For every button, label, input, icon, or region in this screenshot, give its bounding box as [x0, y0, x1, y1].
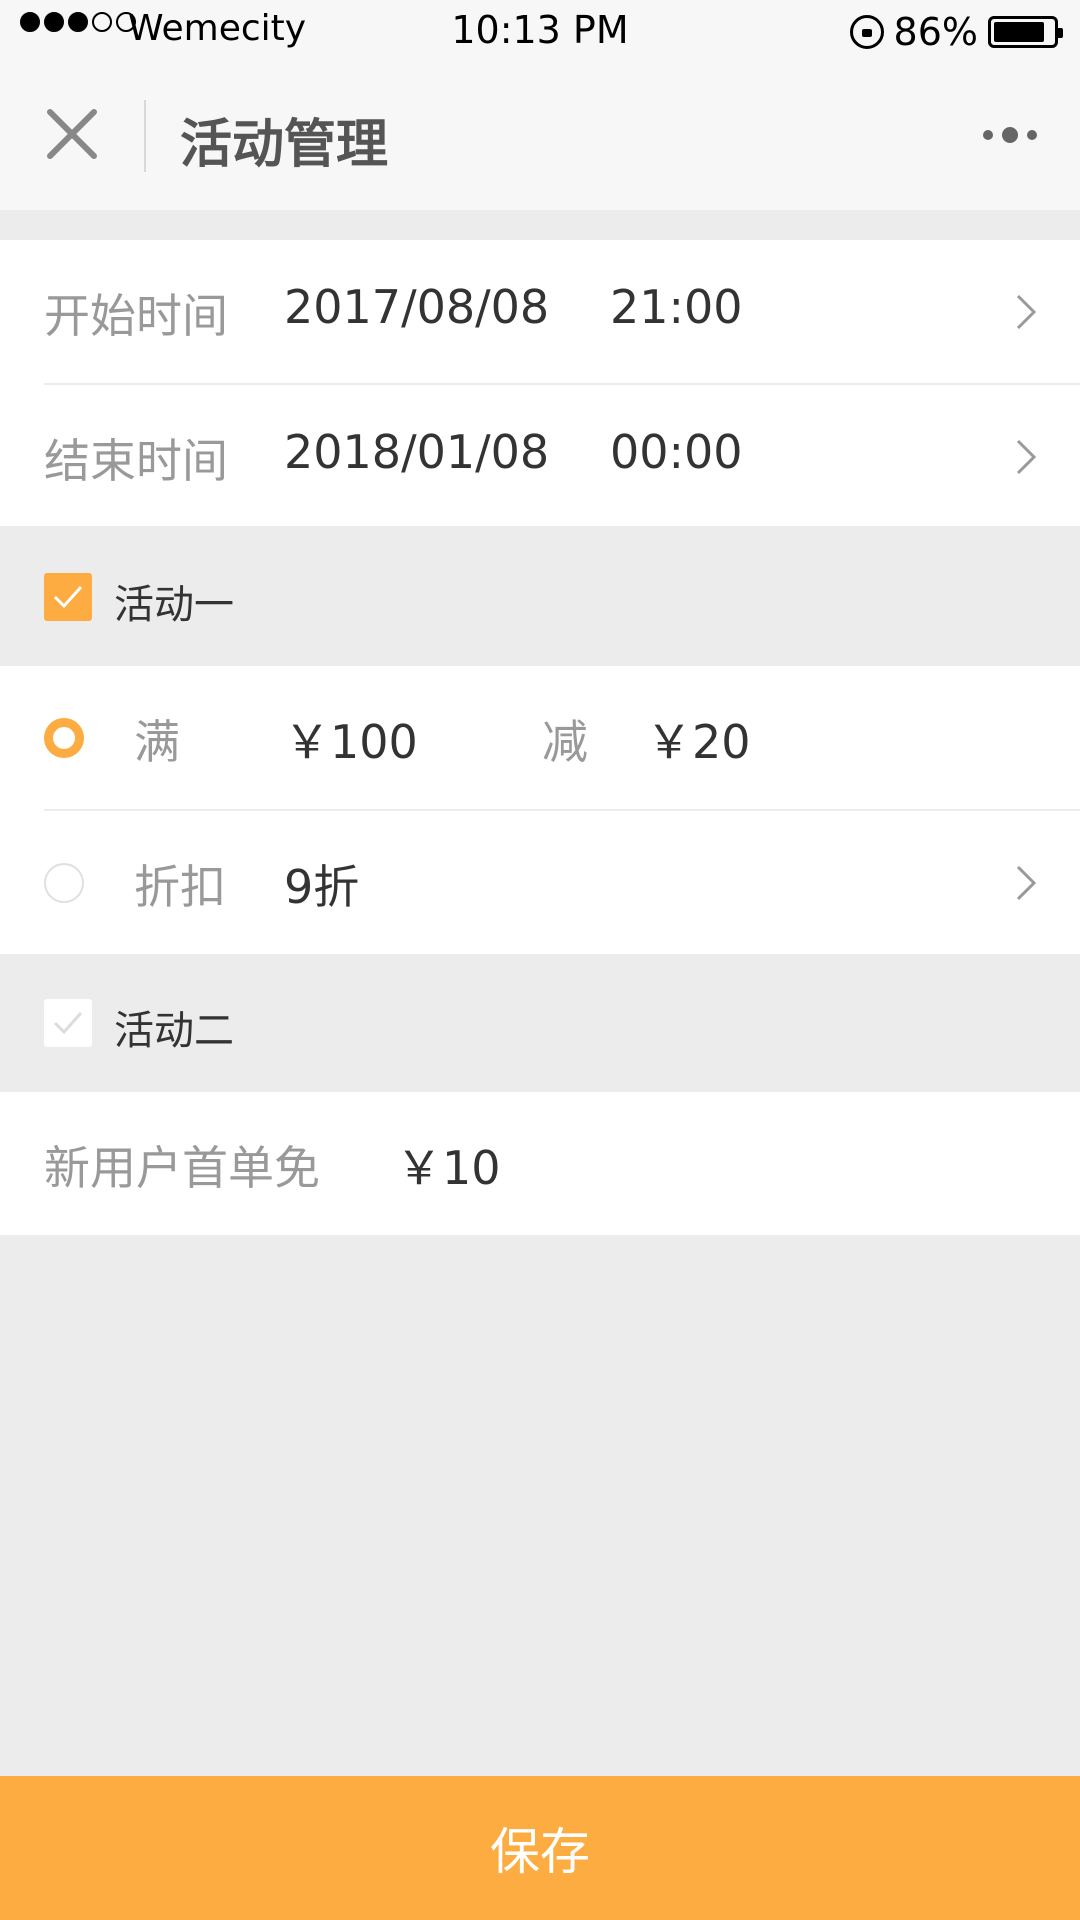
full-reduce-row[interactable]: 满 ￥100 减 ￥20: [0, 666, 1080, 809]
start-time-value: 21:00: [610, 280, 743, 334]
start-time-row[interactable]: 开始时间 2017/08/08 21:00: [0, 240, 1080, 383]
battery-percent: 86%: [893, 10, 978, 54]
save-button[interactable]: 保存: [0, 1776, 1080, 1920]
checkmark-icon: [53, 1011, 83, 1035]
new-user-amount-value[interactable]: ￥10: [396, 1132, 501, 1198]
chevron-right-icon: [1016, 865, 1037, 901]
more-icon[interactable]: [980, 122, 1040, 148]
discount-radio[interactable]: [44, 863, 84, 903]
start-date-value: 2017/08/08: [284, 280, 550, 334]
new-user-row: 新用户首单免 ￥10: [0, 1092, 1080, 1235]
nav-divider: [144, 100, 146, 172]
discount-value: 9折: [284, 860, 360, 914]
nav-bar: 活动管理: [0, 62, 1080, 210]
reduce-label: 减: [542, 715, 588, 769]
activity-one-checkbox[interactable]: [44, 573, 92, 621]
close-icon[interactable]: [44, 106, 100, 162]
new-user-label: 新用户首单免: [44, 1141, 320, 1195]
full-reduce-radio[interactable]: [44, 718, 84, 758]
end-time-value: 00:00: [610, 425, 743, 479]
full-amount-value[interactable]: ￥100: [284, 706, 418, 772]
page-title: 活动管理: [180, 115, 389, 175]
activity-two-options: 新用户首单免 ￥10: [0, 1092, 1080, 1235]
activity-two-checkbox[interactable]: [44, 999, 92, 1047]
full-label: 满: [134, 715, 180, 769]
reduce-amount-value[interactable]: ￥20: [646, 706, 751, 772]
battery-icon: [988, 16, 1063, 48]
discount-label: 折扣: [134, 860, 226, 914]
end-time-row[interactable]: 结束时间 2018/01/08 00:00: [0, 385, 1080, 528]
chevron-right-icon: [1016, 294, 1037, 330]
discount-row[interactable]: 折扣 9折: [0, 811, 1080, 954]
checkmark-icon: [53, 585, 83, 609]
status-bar: Wemecity 10:13 PM 86%: [0, 0, 1080, 62]
activity-one-options: 满 ￥100 减 ￥20 折扣 9折: [0, 666, 1080, 954]
screen: Wemecity 10:13 PM 86% 活动管理 开始时间 2017/08/…: [0, 0, 1080, 1920]
status-right: 86%: [849, 10, 1063, 54]
rotation-lock-icon: [849, 15, 884, 49]
activity-two-label: 活动二: [114, 1008, 234, 1054]
chevron-right-icon: [1016, 439, 1037, 475]
activity-one-label: 活动一: [114, 582, 234, 628]
start-time-label: 开始时间: [44, 289, 228, 343]
end-date-value: 2018/01/08: [284, 425, 550, 479]
activity-one-header: 活动一: [0, 528, 1080, 666]
activity-two-header: 活动二: [0, 954, 1080, 1092]
time-section: 开始时间 2017/08/08 21:00 结束时间 2018/01/08 00…: [0, 240, 1080, 526]
end-time-label: 结束时间: [44, 434, 228, 488]
